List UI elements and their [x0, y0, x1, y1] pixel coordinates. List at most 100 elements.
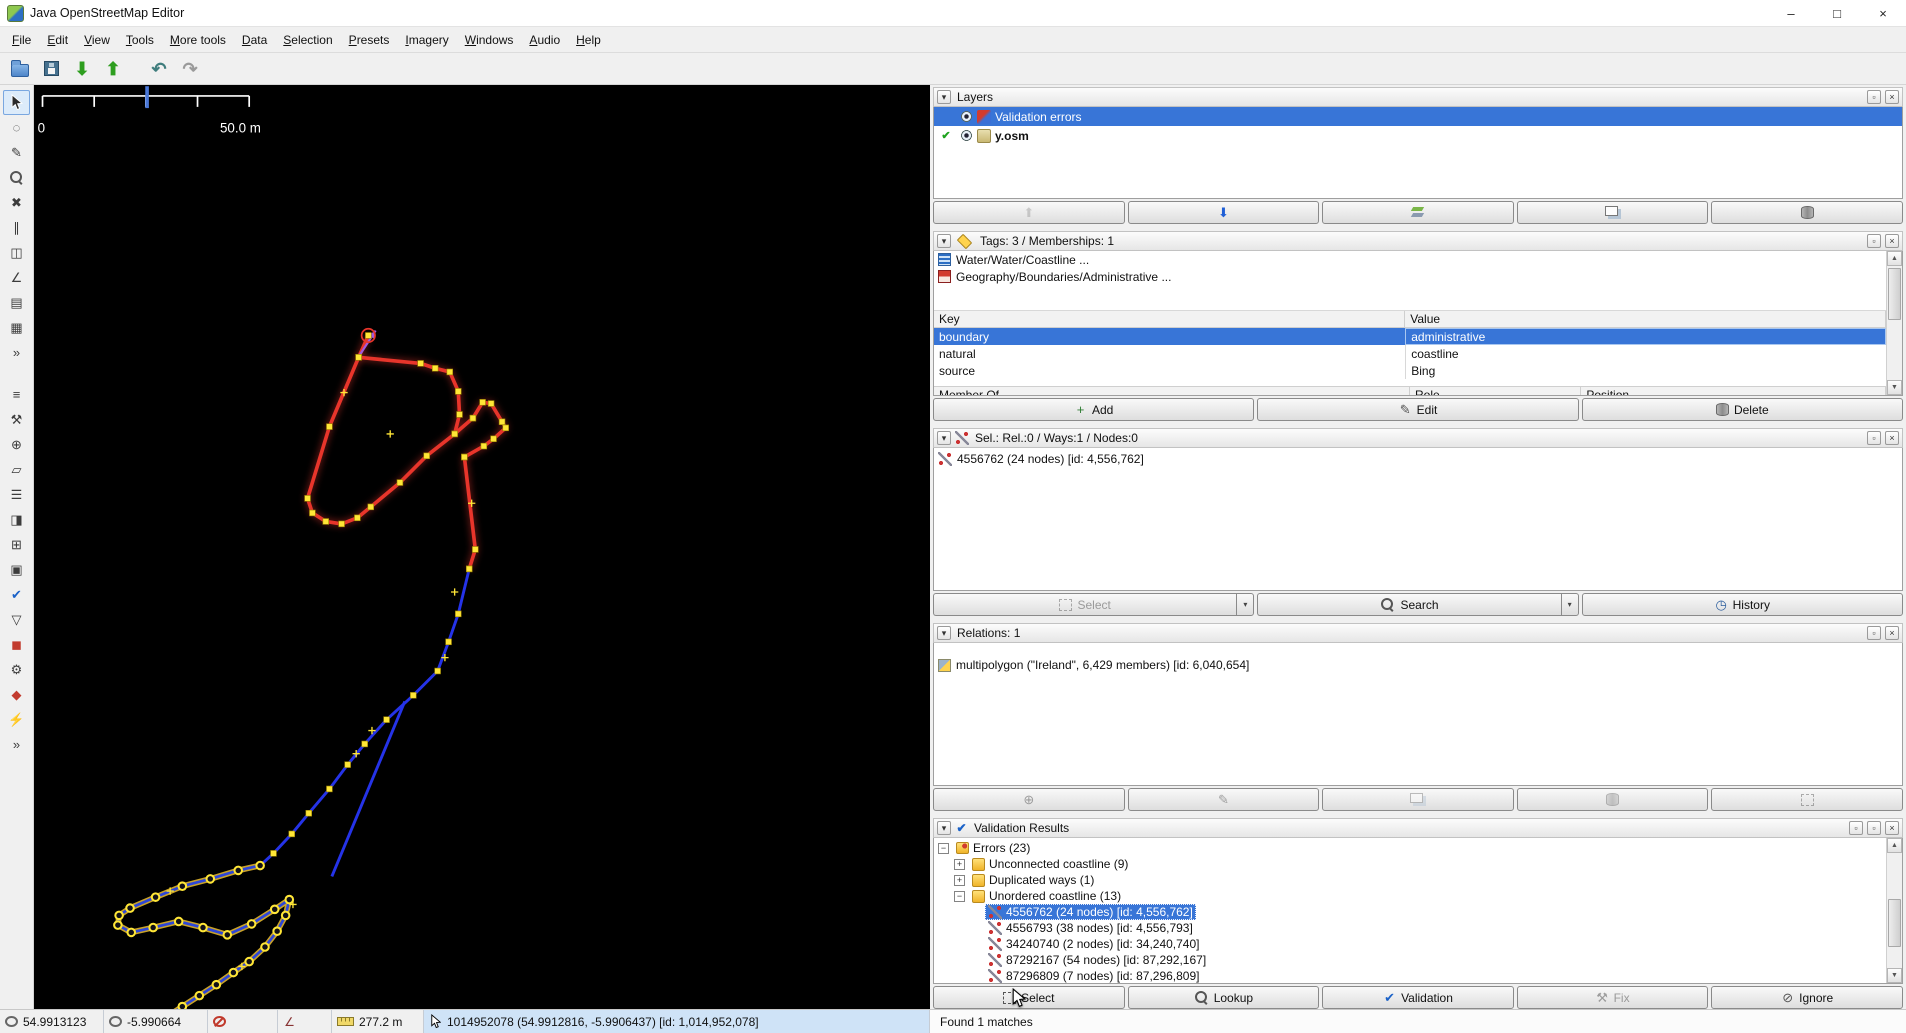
toggle-mappaint[interactable]: ◼	[3, 632, 30, 657]
search-button[interactable]: Search	[1257, 593, 1561, 616]
tree-collapse-icon[interactable]: −	[954, 890, 965, 902]
upload-data-button[interactable]: ⬆	[99, 56, 127, 82]
toggle-changeset[interactable]: ⚙	[3, 657, 30, 682]
merge-layer-button[interactable]	[1322, 201, 1514, 224]
scroll-up-icon[interactable]: ▲	[1887, 838, 1902, 853]
selection-dock-icon[interactable]: ▫	[1867, 431, 1881, 445]
save-button[interactable]	[37, 56, 65, 82]
toggle-selection[interactable]: ⊕	[3, 432, 30, 457]
select-relation-members-button[interactable]	[1711, 788, 1903, 811]
scroll-up-icon[interactable]: ▲	[1887, 251, 1902, 266]
maximize-button[interactable]: □	[1814, 0, 1860, 26]
ignore-button[interactable]: ⊘ Ignore	[1711, 986, 1903, 1009]
extrude-tool[interactable]: ◫	[3, 240, 30, 265]
map-ways[interactable]	[114, 334, 508, 1009]
draw-nodes-tool[interactable]: ✎	[3, 140, 30, 165]
select-button-dropdown-icon[interactable]: ▾	[1236, 593, 1255, 616]
menu-tools[interactable]: Tools	[118, 29, 162, 51]
menu-view[interactable]: View	[76, 29, 118, 51]
relations-collapse-icon[interactable]: ▾	[937, 626, 951, 640]
preset-row[interactable]: Water/Water/Coastline ...	[934, 251, 1886, 268]
visibility-eye-icon[interactable]	[960, 110, 973, 123]
validation-tree-item[interactable]: 4556762 (24 nodes) [id: 4,556,762]	[934, 904, 1886, 920]
validation-select-button[interactable]: Select	[933, 986, 1125, 1009]
more-modes-button[interactable]: »	[3, 340, 30, 365]
toggle-issues[interactable]: ◆	[3, 682, 30, 707]
menu-selection[interactable]: Selection	[275, 29, 340, 51]
scrollbar-track[interactable]	[1887, 853, 1902, 968]
validation-tree-item[interactable]: − Errors (23)	[934, 840, 1886, 856]
scroll-down-icon[interactable]: ▼	[1887, 968, 1902, 983]
menu-presets[interactable]: Presets	[341, 29, 398, 51]
select-tool[interactable]	[3, 90, 30, 115]
toggle-conflicts[interactable]: ⊞	[3, 532, 30, 557]
select-button[interactable]: Select	[933, 593, 1237, 616]
tags-close-icon[interactable]: ×	[1885, 234, 1899, 248]
fix-button[interactable]: ⚒ Fix	[1516, 986, 1709, 1009]
menu-windows[interactable]: Windows	[457, 29, 522, 51]
close-button[interactable]: ×	[1860, 0, 1906, 26]
undo-button[interactable]: ↶	[145, 56, 173, 82]
relations-close-icon[interactable]: ×	[1885, 626, 1899, 640]
scroll-down-icon[interactable]: ▼	[1887, 380, 1902, 395]
validation-close-icon[interactable]: ×	[1885, 821, 1899, 835]
menu-file[interactable]: File	[4, 29, 39, 51]
add-tag-button[interactable]: + Add	[933, 398, 1255, 421]
menu-help[interactable]: Help	[568, 29, 609, 51]
building-tool[interactable]: ▦	[3, 315, 30, 340]
scrollbar-thumb[interactable]	[1888, 899, 1901, 948]
tree-expand-icon[interactable]: +	[954, 858, 965, 870]
validation-tree-item[interactable]: 4556793 (38 nodes) [id: 4,556,793]	[934, 920, 1886, 936]
layer-row[interactable]: Validation errors	[934, 107, 1902, 126]
terrace-tool[interactable]: ▤	[3, 290, 30, 315]
validation-collapse-icon[interactable]: ▾	[937, 821, 951, 835]
lasso-tool[interactable]: ◌	[3, 115, 30, 140]
edit-tag-button[interactable]: ✎ Edit	[1257, 398, 1579, 421]
map-canvas[interactable]: 0 50.0 m	[34, 85, 930, 1009]
improve-accuracy-tool[interactable]: ∠	[3, 265, 30, 290]
tree-expand-icon[interactable]: +	[954, 874, 965, 886]
toggle-filter[interactable]: ▽	[3, 607, 30, 632]
menu-more-tools[interactable]: More tools	[162, 29, 234, 51]
layers-dock-icon[interactable]: ▫	[1867, 90, 1881, 104]
selection-item[interactable]: 4556762 (24 nodes) [id: 4,556,762]	[934, 450, 1902, 468]
visibility-eye-icon[interactable]	[960, 129, 973, 142]
validation-button[interactable]: ✔ Validation	[1322, 986, 1514, 1009]
move-layer-down-button[interactable]: ⬇	[1127, 201, 1320, 224]
parallel-way-tool[interactable]: ∥	[3, 215, 30, 240]
duplicate-layer-button[interactable]	[1516, 201, 1709, 224]
toggle-tags[interactable]: ⚒	[3, 407, 30, 432]
map-nodes[interactable]	[113, 327, 509, 1009]
tag-row[interactable]: boundary administrative	[934, 328, 1886, 345]
lookup-button[interactable]: Lookup	[1127, 986, 1320, 1009]
more-dialogs-button[interactable]: »	[3, 732, 30, 757]
edit-relation-button[interactable]: ✎	[1127, 788, 1320, 811]
toggle-command-stack[interactable]: ☰	[3, 482, 30, 507]
selection-collapse-icon[interactable]: ▾	[937, 431, 951, 445]
menu-audio[interactable]: Audio	[521, 29, 568, 51]
scrollbar-track[interactable]	[1887, 266, 1902, 380]
preset-row[interactable]: Geography/Boundaries/Administrative ...	[934, 268, 1886, 285]
menu-imagery[interactable]: Imagery	[397, 29, 456, 51]
layers-collapse-icon[interactable]: ▾	[937, 90, 951, 104]
toggle-notes[interactable]: ▣	[3, 557, 30, 582]
tag-row[interactable]: source Bing	[934, 362, 1886, 379]
toggle-plugins[interactable]: ⚡	[3, 707, 30, 732]
delete-tool[interactable]: ✖	[3, 190, 30, 215]
validation-dock-icon[interactable]: ▫	[1867, 821, 1881, 835]
toggle-validation[interactable]: ✔	[3, 582, 30, 607]
validation-tree-item[interactable]: 87296809 (7 nodes) [id: 87,296,809]	[934, 968, 1886, 983]
menu-data[interactable]: Data	[234, 29, 275, 51]
map-view[interactable]: 0 50.0 m	[34, 85, 930, 1009]
scrollbar-thumb[interactable]	[1888, 268, 1901, 321]
move-layer-up-button[interactable]: ⬆	[933, 201, 1125, 224]
validation-tree-item[interactable]: 87292167 (54 nodes) [id: 87,292,167]	[934, 952, 1886, 968]
download-data-button[interactable]: ⬇	[68, 56, 96, 82]
relation-item[interactable]: multipolygon ("Ireland", 6,429 members) …	[934, 656, 1902, 674]
open-file-button[interactable]	[6, 56, 34, 82]
delete-layer-button[interactable]	[1711, 201, 1903, 224]
delete-relation-button[interactable]	[1516, 788, 1709, 811]
layer-row[interactable]: ✔ y.osm	[934, 126, 1902, 145]
redo-button[interactable]: ↷	[176, 56, 204, 82]
tags-scrollbar[interactable]: ▲ ▼	[1886, 251, 1902, 395]
